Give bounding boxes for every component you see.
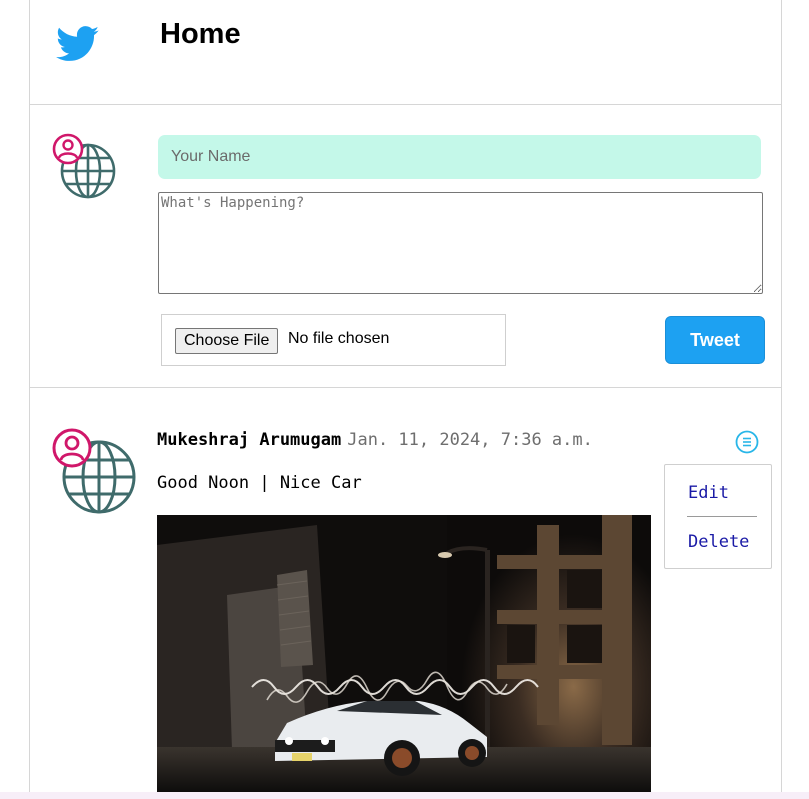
post-options-menu: Edit Delete (664, 464, 772, 569)
feed-column: Home Choose File No file chosen Tweet (29, 0, 782, 792)
post-image (157, 515, 651, 792)
post-header: Mukeshraj Arumugam Jan. 11, 2024, 7:36 a.… (157, 430, 593, 450)
author-name: Mukeshraj Arumugam (157, 430, 342, 450)
page-footer-strip (0, 792, 809, 799)
menu-divider (687, 516, 757, 517)
tweet-composer: Choose File No file chosen Tweet (30, 105, 781, 388)
post-timestamp: Jan. 11, 2024, 7:36 a.m. (347, 430, 593, 450)
page-title: Home (160, 18, 241, 50)
choose-file-button[interactable]: Choose File (175, 328, 279, 354)
delete-link[interactable]: Delete (688, 532, 749, 552)
post-text: Good Noon | Nice Car (157, 473, 362, 493)
globe-user-icon (52, 133, 116, 199)
edit-link[interactable]: Edit (688, 483, 729, 503)
tweet-textarea[interactable] (158, 192, 763, 294)
tweet-button[interactable]: Tweet (665, 316, 765, 364)
file-upload: Choose File No file chosen (161, 314, 506, 366)
file-status: No file chosen (288, 330, 390, 347)
globe-user-icon (52, 428, 136, 514)
name-input[interactable] (158, 135, 761, 179)
list-menu-icon[interactable] (735, 430, 759, 454)
tweet-post: Mukeshraj Arumugam Jan. 11, 2024, 7:36 a.… (30, 388, 781, 792)
twitter-bird-icon[interactable] (56, 26, 100, 62)
header: Home (30, 0, 781, 105)
